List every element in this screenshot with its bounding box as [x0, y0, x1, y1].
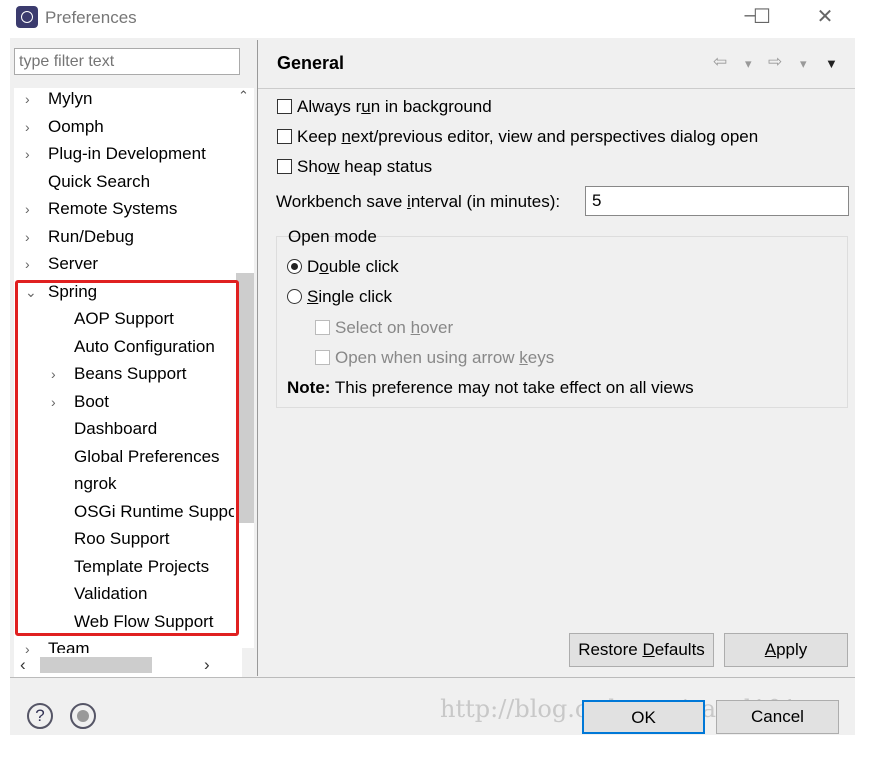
checkbox-icon	[277, 159, 292, 174]
option-checkbox[interactable]: Show heap status	[277, 157, 432, 177]
title-bar: Preferences – ☐ ✕	[0, 0, 878, 38]
chevron-right-icon[interactable]: ›	[25, 201, 30, 217]
back-icon[interactable]: ⇦	[713, 52, 727, 72]
chevron-right-icon[interactable]: ›	[25, 146, 30, 162]
checkbox-icon	[277, 129, 292, 144]
scroll-left-icon[interactable]: ‹	[20, 655, 26, 675]
forward-menu-icon[interactable]: ▾	[800, 56, 807, 72]
filter-input[interactable]	[14, 48, 240, 75]
tree-item[interactable]: Remote Systems	[48, 196, 177, 222]
chevron-right-icon[interactable]: ›	[25, 256, 30, 272]
save-interval-input[interactable]: 5	[585, 186, 849, 216]
tree-item[interactable]: Server	[48, 251, 98, 277]
option-checkbox[interactable]: Keep next/previous editor, view and pers…	[277, 127, 758, 147]
option-checkbox[interactable]: Always run in background	[277, 97, 492, 117]
single-click-radio[interactable]: Single click	[287, 287, 392, 307]
open-mode-label: Open mode	[288, 227, 377, 246]
interval-label: Workbench save interval (in minutes):	[276, 192, 561, 211]
back-menu-icon[interactable]: ▾	[745, 56, 752, 72]
horizontal-scrollbar[interactable]: ‹ ›	[14, 655, 240, 675]
record-icon[interactable]	[70, 703, 96, 729]
select-on-hover-checkbox[interactable]: Select on hover	[315, 318, 453, 338]
close-button[interactable]: ✕	[810, 4, 840, 29]
scroll-up-icon[interactable]: ⌃	[238, 88, 249, 104]
help-icon[interactable]: ?	[27, 703, 53, 729]
radio-icon	[287, 289, 302, 304]
checkbox-icon	[277, 99, 292, 114]
apply-button[interactable]: Apply	[724, 633, 848, 667]
tree-item[interactable]: Team	[48, 636, 90, 653]
forward-icon[interactable]: ⇨	[768, 52, 782, 72]
ok-button[interactable]: OK	[582, 700, 705, 734]
chevron-right-icon[interactable]: ›	[25, 119, 30, 135]
window-title: Preferences	[45, 8, 137, 27]
highlight-annotation	[15, 280, 239, 636]
page-title: General	[277, 53, 345, 73]
sash-divider[interactable]	[257, 40, 258, 676]
maximize-button[interactable]: ☐	[747, 4, 777, 29]
radio-icon	[287, 259, 302, 274]
restore-defaults-button[interactable]: Restore Defaults	[569, 633, 714, 667]
tree-item[interactable]: Plug-in Development	[48, 141, 206, 167]
open-arrow-keys-checkbox[interactable]: Open when using arrow keys	[315, 348, 554, 368]
scroll-right-icon[interactable]: ›	[204, 655, 210, 675]
checkbox-icon	[315, 350, 330, 365]
checkbox-icon	[315, 320, 330, 335]
chevron-right-icon[interactable]: ›	[25, 229, 30, 245]
note-text: Note: This preference may not take effec…	[287, 378, 694, 397]
chevron-right-icon[interactable]: ›	[25, 641, 30, 653]
view-menu-icon[interactable]: ▼	[825, 56, 838, 71]
tree-item[interactable]: Mylyn	[48, 88, 92, 112]
tree-item[interactable]: Oomph	[48, 114, 104, 140]
horizontal-scroll-thumb[interactable]	[40, 657, 152, 673]
cancel-button[interactable]: Cancel	[716, 700, 839, 734]
tree-item[interactable]: Quick Search	[48, 169, 150, 195]
double-click-radio[interactable]: Double click	[287, 257, 399, 277]
chevron-right-icon[interactable]: ›	[25, 91, 30, 107]
eclipse-app-icon	[16, 6, 38, 28]
page-header	[258, 40, 855, 89]
footer-separator	[10, 677, 855, 678]
tree-item[interactable]: Run/Debug	[48, 224, 134, 250]
